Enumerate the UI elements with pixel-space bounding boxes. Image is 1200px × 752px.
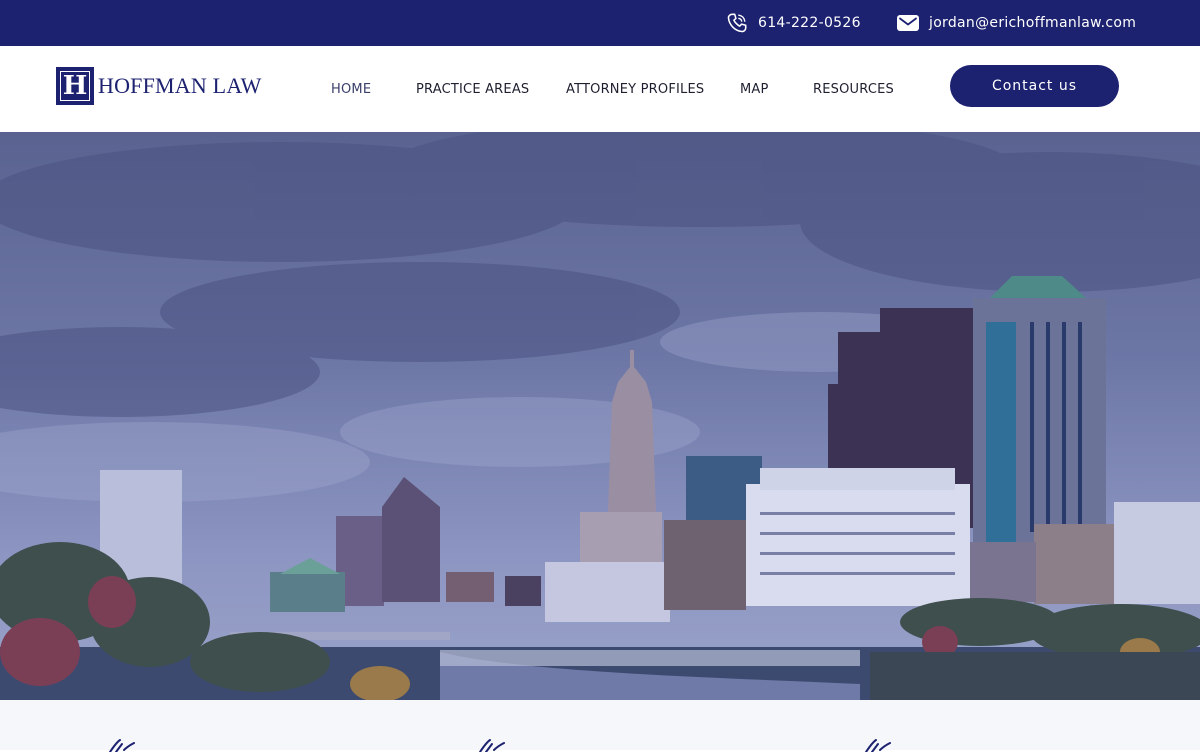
nav-home[interactable]: HOME: [331, 46, 371, 132]
site-logo[interactable]: H HOFFMAN LAW: [56, 67, 262, 105]
logo-mark-icon: H: [56, 67, 94, 105]
hero-banner: [0, 132, 1200, 700]
city-skyline-image: [0, 132, 1200, 700]
envelope-icon: [897, 15, 919, 31]
nav-practice-areas[interactable]: PRACTICE AREAS: [416, 46, 529, 132]
email-contact[interactable]: jordan@erichoffmanlaw.com: [897, 0, 1136, 46]
phone-icon: [727, 13, 747, 33]
features-section: [0, 700, 1200, 752]
main-navigation: H HOFFMAN LAW HOME PRACTICE AREAS ATTORN…: [0, 46, 1200, 133]
phone-number: 614-222-0526: [758, 15, 861, 31]
logo-text: HOFFMAN LAW: [98, 73, 262, 98]
top-contact-bar: 614-222-0526 jordan@erichoffmanlaw.com: [0, 0, 1200, 46]
nav-resources[interactable]: RESOURCES: [813, 46, 894, 132]
nav-attorney-profiles[interactable]: ATTORNEY PROFILES: [566, 46, 704, 132]
nav-map[interactable]: MAP: [740, 46, 769, 132]
email-address: jordan@erichoffmanlaw.com: [929, 15, 1137, 31]
phone-contact[interactable]: 614-222-0526: [726, 0, 861, 46]
contact-us-button[interactable]: Contact us: [950, 65, 1119, 107]
logo-letter: H: [62, 71, 88, 101]
